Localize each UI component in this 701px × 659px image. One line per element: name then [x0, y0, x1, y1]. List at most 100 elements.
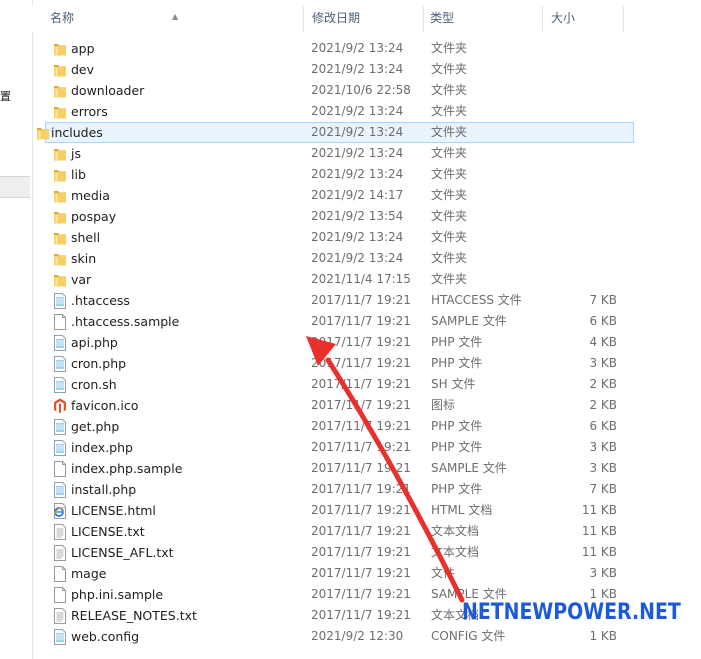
folder-icon [53, 146, 67, 162]
file-type: PHP 文件 [431, 356, 483, 370]
file-name: errors [71, 104, 108, 119]
file-modified-date: 2017/11/7 19:21 [311, 440, 411, 454]
folder-icon [53, 209, 67, 225]
file-type: SAMPLE 文件 [431, 461, 507, 475]
file-row-license-html[interactable]: LICENSE.html 2017/11/7 19:21 HTML 文档 11 KB [32, 500, 632, 521]
text-file-icon [53, 608, 67, 624]
blank-file-icon [53, 461, 67, 477]
file-name: get.php [71, 419, 120, 434]
file-modified-date: 2021/9/2 13:24 [311, 125, 404, 139]
file-type: HTACCESS 文件 [431, 293, 522, 307]
file-type: PHP 文件 [431, 440, 483, 454]
file-type: 图标 [431, 398, 456, 412]
file-row-lib[interactable]: lib 2021/9/2 13:24 文件夹 [32, 164, 632, 185]
file-modified-date: 2017/11/7 19:21 [311, 293, 411, 307]
file-modified-date: 2017/11/7 19:21 [311, 377, 411, 391]
file-modified-date: 2017/11/7 19:21 [311, 566, 411, 580]
file-row-media[interactable]: media 2021/9/2 14:17 文件夹 [32, 185, 632, 206]
file-row-pospay[interactable]: pospay 2021/9/2 13:54 文件夹 [32, 206, 632, 227]
file-name: var [71, 272, 92, 287]
file-row-index-php-sample[interactable]: index.php.sample 2017/11/7 19:21 SAMPLE 文件… [32, 458, 632, 479]
column-header-type[interactable]: 类型 [424, 6, 543, 31]
file-type: 文件夹 [431, 125, 468, 139]
file-size: 2 KB [589, 398, 617, 412]
config-file-icon [53, 377, 67, 393]
file-row-includes[interactable]: includes 2021/9/2 13:24 文件夹 [37, 122, 634, 143]
file-row-license-txt[interactable]: LICENSE.txt 2017/11/7 19:21 文本文档 11 KB [32, 521, 632, 542]
file-row-license-afl-txt[interactable]: LICENSE_AFL.txt 2017/11/7 19:21 文本文档 11 KB [32, 542, 632, 563]
file-size: 11 KB [581, 524, 617, 538]
file-name: favicon.ico [71, 398, 139, 413]
file-row-api-php[interactable]: api.php 2017/11/7 19:21 PHP 文件 4 KB [32, 332, 632, 353]
file-type: PHP 文件 [431, 335, 483, 349]
config-file-icon [53, 419, 67, 435]
file-size [553, 207, 617, 226]
file-row-skin[interactable]: skin 2021/9/2 13:24 文件夹 [32, 248, 632, 269]
file-type: 文件 [431, 566, 456, 580]
column-header-name[interactable]: ▲ 名称 [32, 6, 304, 31]
file-type: PHP 文件 [431, 419, 483, 433]
file-name: index.php.sample [71, 461, 183, 476]
file-name: skin [71, 251, 97, 266]
file-row-errors[interactable]: errors 2021/9/2 13:24 文件夹 [32, 101, 632, 122]
file-type: 文件夹 [431, 209, 468, 223]
file-modified-date: 2017/11/7 19:21 [311, 419, 411, 433]
folder-icon [53, 41, 67, 57]
file-row-get-php[interactable]: get.php 2017/11/7 19:21 PHP 文件 6 KB [32, 416, 632, 437]
file-type: 文件夹 [431, 104, 468, 118]
file-size: 6 KB [589, 314, 617, 328]
file-size: 11 KB [581, 545, 617, 559]
file-size: 1 KB [589, 629, 617, 643]
file-type: SH 文件 [431, 377, 476, 391]
folder-icon [53, 167, 67, 183]
file-row-web-config[interactable]: web.config 2021/9/2 12:30 CONFIG 文件 1 KB [32, 626, 632, 647]
file-modified-date: 2017/11/7 19:21 [311, 356, 411, 370]
nav-pane-selected-item[interactable] [0, 176, 30, 198]
file-row-dev[interactable]: dev 2021/9/2 13:24 文件夹 [32, 59, 632, 80]
file-modified-date: 2017/11/7 19:21 [311, 461, 411, 475]
file-row-install-php[interactable]: install.php 2017/11/7 19:21 PHP 文件 7 KB [32, 479, 632, 500]
file-row-favicon-ico[interactable]: favicon.ico 2017/11/7 19:21 图标 2 KB [32, 395, 632, 416]
file-row-app[interactable]: app 2021/9/2 13:24 文件夹 [32, 38, 632, 59]
file-row-shell[interactable]: shell 2021/9/2 13:24 文件夹 [32, 227, 632, 248]
file-modified-date: 2017/11/7 19:21 [311, 503, 411, 517]
magento-logo-icon [53, 398, 67, 414]
file-row-htaccess-sample[interactable]: .htaccess.sample 2017/11/7 19:21 SAMPLE 文件… [32, 311, 632, 332]
file-modified-date: 2021/9/2 13:24 [311, 167, 404, 181]
file-row-mage[interactable]: mage 2017/11/7 19:21 文件 3 KB [32, 563, 632, 584]
file-row-cron-php[interactable]: cron.php 2017/11/7 19:21 PHP 文件 3 KB [32, 353, 632, 374]
file-type: CONFIG 文件 [431, 629, 506, 643]
file-type: 文件夹 [431, 167, 468, 181]
file-modified-date: 2021/9/2 13:24 [311, 146, 404, 160]
file-name: cron.php [71, 356, 127, 371]
column-header-date[interactable]: 修改日期 [304, 6, 424, 31]
watermark-text: NETNEWPOWER.NET [462, 600, 681, 625]
file-row-var[interactable]: var 2021/11/4 17:15 文件夹 [32, 269, 632, 290]
file-type: HTML 文档 [431, 503, 493, 517]
sort-ascending-icon: ▲ [172, 12, 179, 21]
file-name: api.php [71, 335, 118, 350]
file-row-index-php[interactable]: index.php 2017/11/7 19:21 PHP 文件 3 KB [32, 437, 632, 458]
folder-icon [53, 104, 67, 120]
file-size: 2 KB [589, 377, 617, 391]
file-modified-date: 2017/11/7 19:21 [311, 545, 411, 559]
file-name: php.ini.sample [71, 587, 164, 602]
file-size: 3 KB [589, 566, 617, 580]
file-type: 文件夹 [431, 62, 468, 76]
file-type: 文件夹 [431, 251, 468, 265]
file-row-cron-sh[interactable]: cron.sh 2017/11/7 19:21 SH 文件 2 KB [32, 374, 632, 395]
file-row-htaccess[interactable]: .htaccess 2017/11/7 19:21 HTACCESS 文件 7 KB [32, 290, 632, 311]
config-file-icon [53, 440, 67, 456]
config-file-icon [53, 293, 67, 309]
file-size [553, 60, 617, 79]
file-row-js[interactable]: js 2021/9/2 13:24 文件夹 [32, 143, 632, 164]
file-name: web.config [71, 629, 140, 644]
blank-file-icon [53, 314, 67, 330]
column-header-size[interactable]: 大小 [543, 6, 624, 31]
column-header-date-label: 修改日期 [312, 11, 361, 25]
column-header-type-label: 类型 [430, 11, 455, 25]
file-modified-date: 2017/11/7 19:21 [311, 335, 411, 349]
file-row-downloader[interactable]: downloader 2021/10/6 22:58 文件夹 [32, 80, 632, 101]
config-file-icon [53, 356, 67, 372]
file-size [553, 228, 617, 247]
